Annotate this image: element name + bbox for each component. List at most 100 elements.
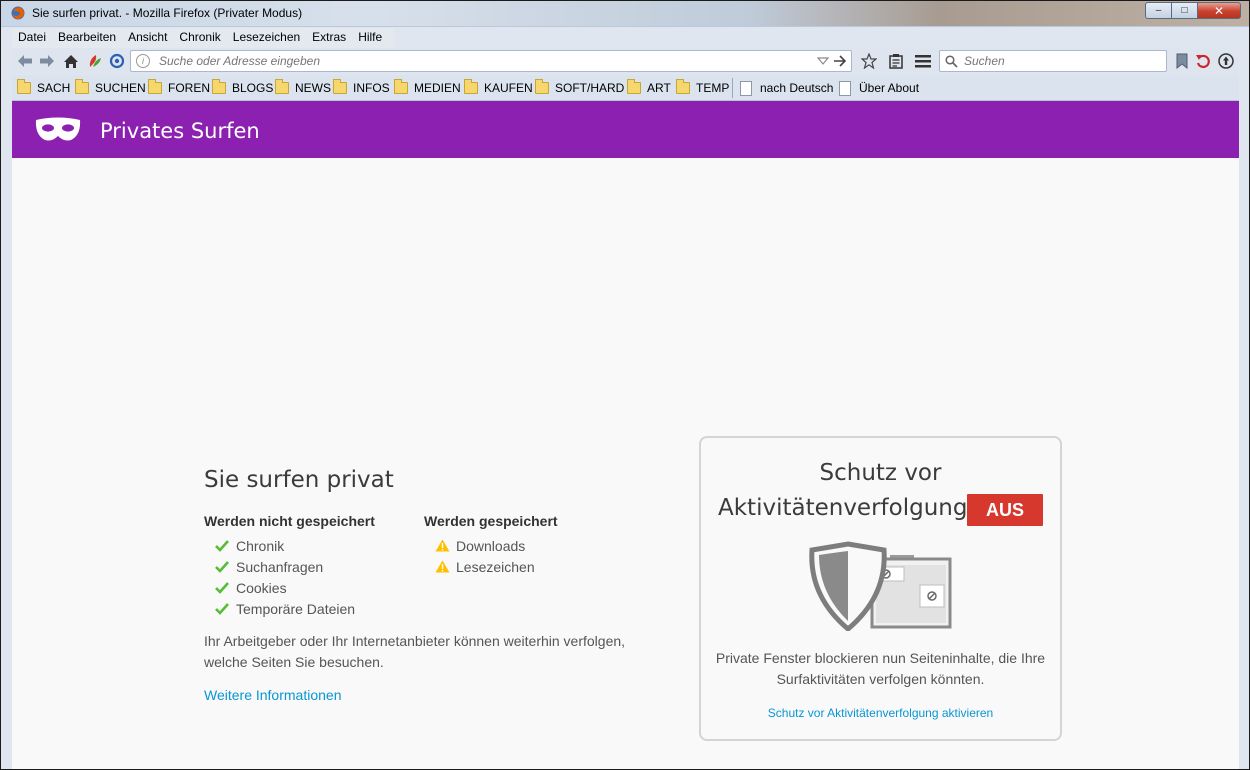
maximize-button[interactable]: □ bbox=[1171, 2, 1197, 19]
bookmark-folder[interactable]: SUCHEN bbox=[75, 79, 146, 96]
bookmark-folder[interactable]: ART bbox=[627, 79, 671, 96]
forward-arrow-icon bbox=[40, 55, 54, 67]
address-bar[interactable]: i bbox=[130, 50, 852, 72]
bookmark-folder[interactable]: SOFT/HARD bbox=[535, 79, 624, 96]
swirl-addon-icon bbox=[109, 53, 125, 69]
go-arrow-icon[interactable] bbox=[833, 54, 847, 71]
addon-button-1[interactable] bbox=[86, 52, 104, 70]
menu-button[interactable] bbox=[914, 52, 932, 70]
menu-bearbeiten[interactable]: Bearbeiten bbox=[52, 28, 122, 48]
bookmarks-separator bbox=[732, 78, 733, 98]
bookmark-folder[interactable]: MEDIEN bbox=[394, 79, 461, 96]
bookmark-page[interactable]: nach Deutsch bbox=[740, 80, 833, 96]
not-saved-heading: Werden nicht gespeichert bbox=[204, 513, 375, 529]
list-item: Chronik bbox=[204, 535, 424, 556]
folder-icon bbox=[17, 79, 31, 94]
hamburger-icon bbox=[915, 55, 931, 68]
tracking-protection-box: Schutz vor Aktivitätenverfolgung AUS Pri… bbox=[699, 436, 1062, 741]
folder-icon bbox=[676, 79, 690, 94]
list-item: Suchanfragen bbox=[204, 556, 424, 577]
reading-list-button[interactable] bbox=[887, 52, 905, 70]
back-arrow-icon bbox=[18, 55, 32, 67]
bookmark-ribbon-icon bbox=[1176, 53, 1188, 69]
bookmark-folder[interactable]: TEMP bbox=[676, 79, 729, 96]
folder-icon bbox=[394, 79, 408, 94]
banner-title: Privates Surfen bbox=[100, 119, 260, 143]
search-input[interactable] bbox=[964, 53, 1154, 69]
private-mask-icon bbox=[34, 117, 82, 146]
bookmark-page[interactable]: Über About bbox=[839, 80, 919, 96]
bookmark-folder[interactable]: SACH bbox=[17, 79, 70, 96]
folder-icon bbox=[212, 79, 226, 94]
menu-chronik[interactable]: Chronik bbox=[173, 28, 226, 48]
minimize-button[interactable]: – bbox=[1145, 2, 1171, 19]
menu-ansicht[interactable]: Ansicht bbox=[122, 28, 173, 48]
page-icon bbox=[740, 80, 752, 96]
list-item: Lesezeichen bbox=[424, 556, 644, 577]
download-status-button[interactable] bbox=[1217, 52, 1235, 70]
navigation-toolbar: i bbox=[12, 48, 1239, 74]
window-controls: – □ ✕ bbox=[1145, 2, 1241, 19]
shield-icon bbox=[809, 541, 952, 633]
folder-icon bbox=[148, 79, 162, 94]
star-icon bbox=[861, 53, 877, 69]
url-input[interactable] bbox=[159, 53, 779, 69]
search-icon bbox=[945, 55, 958, 71]
saved-list: Werden gespeichert Downloads Lesezeichen bbox=[424, 513, 644, 619]
bookmark-folder[interactable]: FOREN bbox=[148, 79, 210, 96]
menu-datei[interactable]: Datei bbox=[12, 28, 52, 48]
private-browsing-banner: Privates Surfen bbox=[12, 101, 1239, 158]
warning-icon bbox=[434, 539, 450, 552]
saved-heading: Werden gespeichert bbox=[424, 513, 558, 529]
home-icon bbox=[64, 54, 78, 68]
activate-tracking-link[interactable]: Schutz vor Aktivitätenverfolgung aktivie… bbox=[701, 706, 1060, 720]
folder-icon bbox=[464, 79, 478, 94]
folder-icon bbox=[333, 79, 347, 94]
menu-bar: Datei Bearbeiten Ansicht Chronik Lesezei… bbox=[12, 28, 395, 48]
undo-close-button[interactable] bbox=[1194, 52, 1212, 70]
search-bar[interactable] bbox=[939, 50, 1167, 72]
bookmark-folder[interactable]: KAUFEN bbox=[464, 79, 533, 96]
firefox-logo-icon bbox=[11, 6, 25, 23]
page-icon bbox=[839, 80, 851, 96]
forward-button[interactable] bbox=[38, 52, 56, 70]
private-info-section: Sie surfen privat Werden nicht gespeiche… bbox=[204, 467, 644, 703]
bookmarks-toolbar: SACH SUCHEN FOREN BLOGS NEWS INFOS MEDIE… bbox=[12, 75, 1239, 101]
title-bar: Sie surfen privat. - Mozilla Firefox (Pr… bbox=[1, 1, 1249, 26]
home-button[interactable] bbox=[62, 52, 80, 70]
bookmark-folder[interactable]: BLOGS bbox=[212, 79, 273, 96]
window-title: Sie surfen privat. - Mozilla Firefox (Pr… bbox=[32, 6, 303, 20]
checkmark-icon bbox=[214, 539, 230, 552]
menu-extras[interactable]: Extras bbox=[306, 28, 352, 48]
site-info-icon[interactable]: i bbox=[136, 54, 150, 68]
list-item: Temporäre Dateien bbox=[204, 598, 424, 619]
menu-lesezeichen[interactable]: Lesezeichen bbox=[227, 28, 306, 48]
checkmark-icon bbox=[214, 560, 230, 573]
addon-button-2[interactable] bbox=[108, 52, 126, 70]
circle-arrow-icon bbox=[1218, 53, 1234, 69]
bookmark-folder[interactable]: INFOS bbox=[333, 79, 390, 96]
tracking-status-toggle[interactable]: AUS bbox=[967, 494, 1043, 526]
tracking-title-line1: Schutz vor bbox=[819, 460, 942, 486]
checkmark-icon bbox=[214, 581, 230, 594]
leaf-addon-icon bbox=[89, 55, 101, 67]
menu-hilfe[interactable]: Hilfe bbox=[352, 28, 388, 48]
back-button[interactable] bbox=[16, 52, 34, 70]
not-saved-list: Werden nicht gespeichert Chronik Suchanf… bbox=[204, 513, 424, 619]
history-dropdown-icon[interactable] bbox=[816, 55, 830, 69]
more-info-link[interactable]: Weitere Informationen bbox=[204, 687, 341, 703]
undo-icon bbox=[1196, 54, 1210, 69]
folder-icon bbox=[75, 79, 89, 94]
close-button[interactable]: ✕ bbox=[1197, 2, 1241, 19]
tracking-note: Ihr Arbeitgeber oder Ihr Internetanbiete… bbox=[204, 633, 626, 670]
bookmarks-menu-button[interactable] bbox=[1173, 52, 1191, 70]
list-item: Cookies bbox=[204, 577, 424, 598]
page-content: Privates Surfen Sie surfen privat Werden… bbox=[12, 101, 1239, 769]
bookmark-star-button[interactable] bbox=[860, 52, 878, 70]
window-right-edge bbox=[1239, 48, 1249, 769]
tracking-description: Private Fenster blockieren nun Seiteninh… bbox=[715, 650, 1046, 687]
bookmark-folder[interactable]: NEWS bbox=[275, 79, 331, 96]
folder-icon bbox=[275, 79, 289, 94]
list-item: Downloads bbox=[424, 535, 644, 556]
checkmark-icon bbox=[214, 602, 230, 615]
